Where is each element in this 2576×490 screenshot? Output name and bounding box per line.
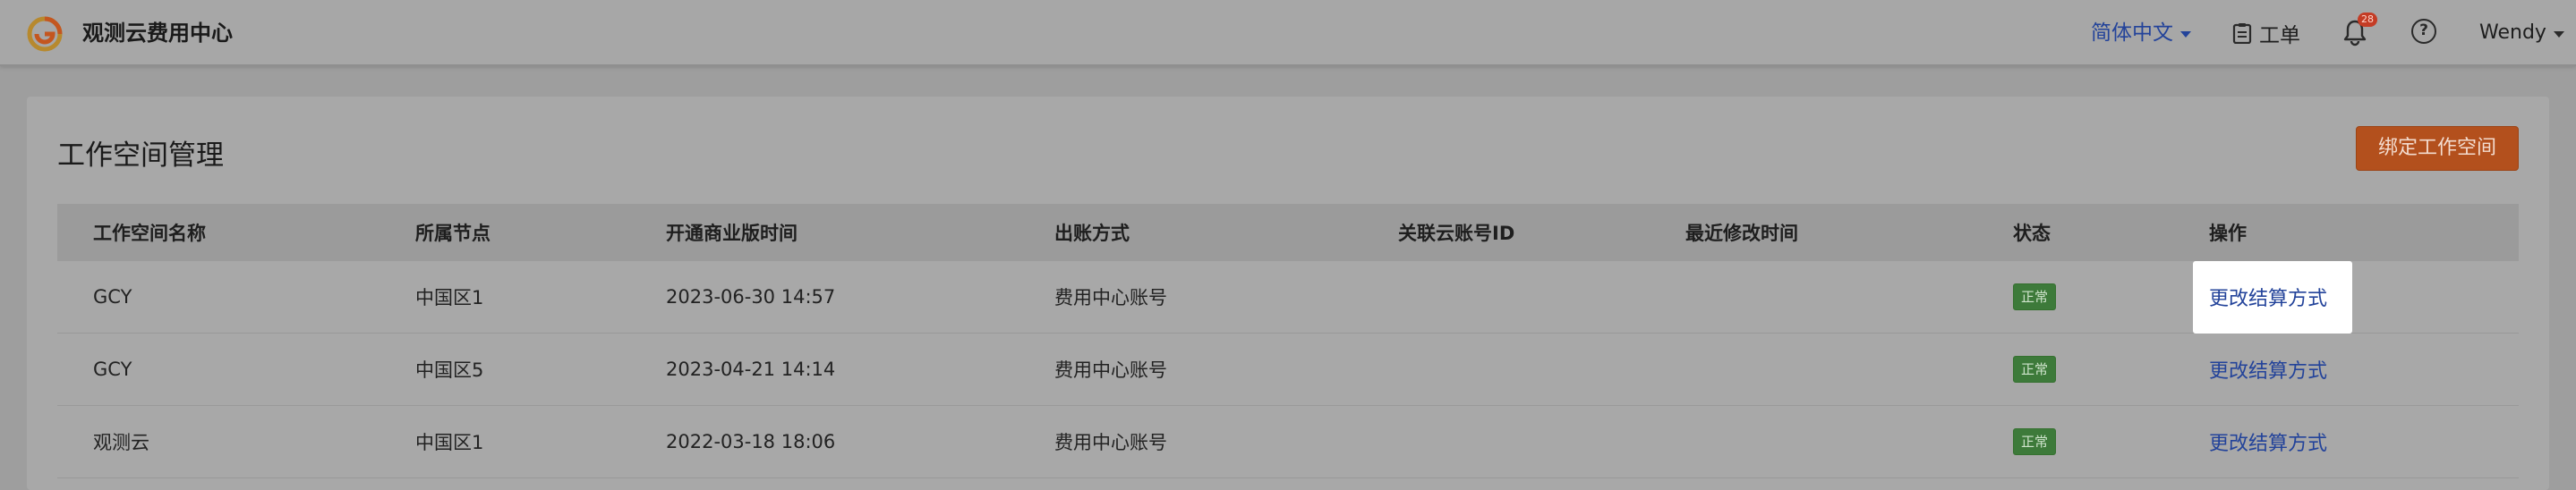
workspace-name: GCY (93, 359, 132, 380)
column-header-name: 工作空间名称 (93, 223, 206, 244)
bind-workspace-button[interactable]: 绑定工作空间 (2356, 126, 2519, 171)
workspace-card: 工作空间管理 绑定工作空间 工作空间名称 所属节点 开通商业版时间 出账方式 关… (27, 97, 2549, 490)
opened-time: 2023-06-30 14:57 (666, 286, 836, 308)
action-cell: 更改结算方式 (2209, 334, 2327, 405)
opened-time: 2023-04-21 14:14 (666, 359, 836, 380)
opened-time: 2022-03-18 18:06 (666, 431, 836, 452)
guance-logo-icon[interactable] (27, 16, 63, 52)
language-label: 简体中文 (2091, 21, 2173, 45)
workspace-name: 观测云 (93, 432, 149, 453)
ticket-label: 工单 (2259, 24, 2300, 47)
workspace-table: 工作空间名称 所属节点 开通商业版时间 出账方式 关联云账号ID 最近修改时间 … (57, 204, 2519, 478)
node: 中国区1 (415, 432, 484, 453)
action-cell: 更改结算方式 (2209, 406, 2327, 477)
app-title: 观测云费用中心 (82, 21, 233, 46)
status-badge: 正常 (2013, 428, 2057, 455)
column-header-cloud-id: 关联云账号ID (1398, 223, 1515, 244)
node: 中国区5 (415, 359, 484, 381)
change-billing-link[interactable]: 更改结算方式 (2209, 355, 2327, 384)
status-badge: 正常 (2013, 356, 2057, 383)
chevron-down-icon (2180, 31, 2191, 38)
status-cell: 正常 (2013, 261, 2057, 333)
notification-badge: 28 (2358, 13, 2377, 27)
question-circle-icon[interactable]: ? (2411, 19, 2436, 44)
page-title: 工作空间管理 (57, 139, 224, 172)
column-header-status: 状态 (2013, 223, 2051, 244)
user-name: Wendy (2479, 21, 2546, 44)
chevron-down-icon (2553, 31, 2564, 38)
table-row: GCY 中国区1 2023-06-30 14:57 费用中心账号 正常 更改结算… (57, 261, 2519, 334)
user-menu[interactable]: Wendy (2479, 18, 2564, 48)
column-header-action: 操作 (2209, 223, 2247, 244)
node: 中国区1 (415, 287, 484, 308)
billing-method: 费用中心账号 (1054, 432, 1167, 453)
change-billing-link[interactable]: 更改结算方式 (2209, 427, 2327, 456)
table-row: 观测云 中国区1 2022-03-18 18:06 费用中心账号 正常 更改结算… (57, 406, 2519, 478)
column-header-billing: 出账方式 (1054, 223, 1130, 244)
column-header-opened: 开通商业版时间 (666, 223, 798, 244)
table-row: GCY 中国区5 2023-04-21 14:14 费用中心账号 正常 更改结算… (57, 334, 2519, 406)
clipboard-icon (2232, 23, 2252, 44)
billing-method: 费用中心账号 (1054, 359, 1167, 381)
change-billing-link[interactable]: 更改结算方式 (2209, 283, 2327, 311)
status-cell: 正常 (2013, 334, 2057, 405)
language-selector[interactable]: 简体中文 (2091, 18, 2191, 48)
column-header-node: 所属节点 (415, 223, 490, 244)
status-cell: 正常 (2013, 406, 2057, 477)
workspace-name: GCY (93, 286, 132, 308)
column-header-modified: 最近修改时间 (1685, 223, 1798, 244)
action-cell: 更改结算方式 (2209, 261, 2327, 333)
top-header: 观测云费用中心 简体中文 工单 28 ? Wendy (0, 0, 2576, 66)
ticket-button[interactable]: 工单 (2232, 18, 2300, 48)
status-badge: 正常 (2013, 283, 2057, 310)
table-header: 工作空间名称 所属节点 开通商业版时间 出账方式 关联云账号ID 最近修改时间 … (57, 204, 2519, 261)
billing-method: 费用中心账号 (1054, 287, 1167, 308)
